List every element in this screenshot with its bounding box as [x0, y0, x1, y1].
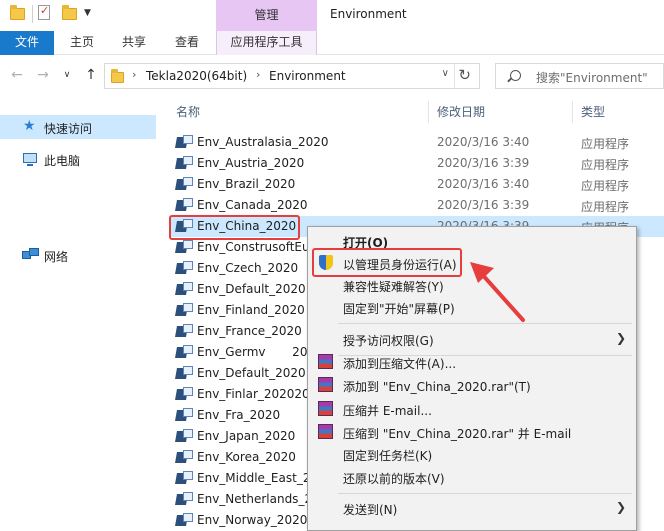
arrow-shaft: [478, 270, 525, 322]
annotation-arrow: [470, 262, 525, 322]
arrow-head: [470, 262, 494, 283]
